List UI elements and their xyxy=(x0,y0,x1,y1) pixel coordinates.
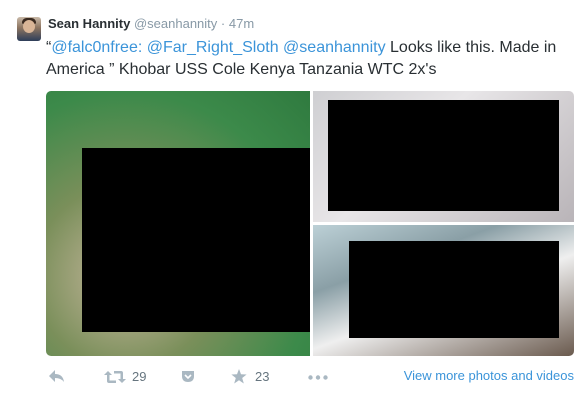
retweet-count: 29 xyxy=(132,369,147,384)
reply-button[interactable] xyxy=(48,369,66,383)
retweet-icon xyxy=(104,370,126,384)
photo-1[interactable] xyxy=(46,91,310,356)
photo-3[interactable] xyxy=(313,225,574,356)
bookmark-icon xyxy=(181,370,195,383)
tweet-header: Sean Hannity @seanhannity · 47m xyxy=(48,16,254,31)
pocket-button[interactable] xyxy=(181,370,195,383)
favorite-button[interactable] xyxy=(231,369,247,384)
mention-far-right-sloth[interactable]: @Far_Right_Sloth xyxy=(147,39,279,56)
separator: · xyxy=(220,16,226,31)
redaction-box xyxy=(328,100,559,211)
more-button[interactable] xyxy=(308,375,328,380)
redaction-box xyxy=(82,148,310,332)
media-grid xyxy=(46,91,574,356)
view-more-link[interactable]: View more photos and videos xyxy=(404,368,574,383)
favorite-count: 23 xyxy=(255,369,270,384)
timestamp[interactable]: 47m xyxy=(229,16,254,31)
mention-falc0nfree[interactable]: @falc0nfree: xyxy=(51,39,142,56)
tweet-actions: 29 23 View more photos and videos xyxy=(46,366,576,388)
reply-icon xyxy=(48,369,66,383)
redaction-box xyxy=(349,241,559,338)
fullname[interactable]: Sean Hannity xyxy=(48,16,130,31)
mention-seanhannity[interactable]: @seanhannity xyxy=(283,39,386,56)
more-icon xyxy=(308,375,328,380)
tweet[interactable]: Sean Hannity @seanhannity · 47m “@falc0n… xyxy=(0,0,587,406)
retweet-button[interactable] xyxy=(104,370,126,384)
tweet-text: “@falc0nfree: @Far_Right_Sloth @seanhann… xyxy=(46,37,576,81)
photo-2[interactable] xyxy=(313,91,574,222)
avatar-face xyxy=(23,20,35,33)
username[interactable]: @seanhannity xyxy=(134,16,217,31)
avatar[interactable] xyxy=(17,17,41,41)
star-icon xyxy=(231,369,247,384)
